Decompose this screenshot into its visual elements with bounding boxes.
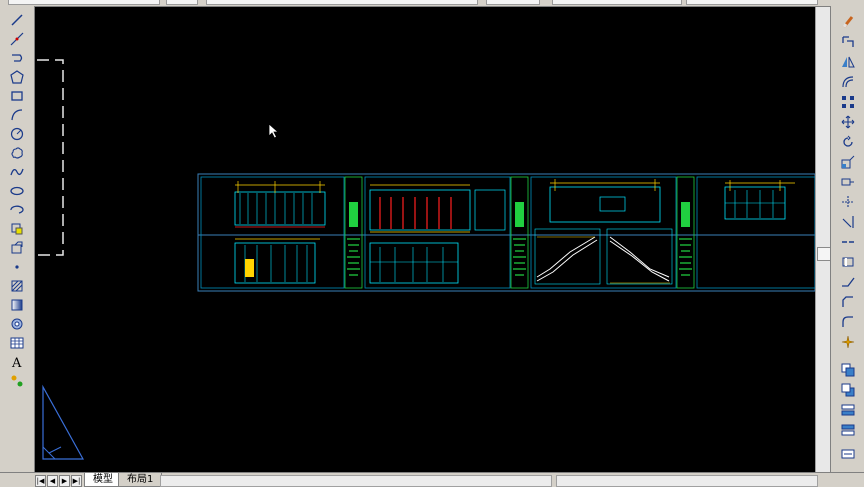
extend-icon[interactable] xyxy=(840,214,856,230)
drawing-sheet-4 xyxy=(696,176,815,289)
revision-cloud-icon[interactable] xyxy=(9,145,25,161)
text-edit-icon[interactable] xyxy=(840,446,856,462)
drawing-sheet-2 xyxy=(364,176,511,289)
title-strip-1 xyxy=(344,176,363,289)
break-at-point-icon[interactable] xyxy=(840,234,856,250)
mirror-icon[interactable] xyxy=(840,54,856,70)
trim-icon[interactable] xyxy=(840,194,856,210)
gradient-icon[interactable] xyxy=(9,297,25,313)
rectangle-icon[interactable] xyxy=(9,88,25,104)
drawing-sheet-1 xyxy=(200,176,345,289)
hatch-icon[interactable] xyxy=(9,278,25,294)
polyline-icon[interactable] xyxy=(9,50,25,66)
line-icon[interactable] xyxy=(9,12,25,28)
ellipse-icon[interactable] xyxy=(9,183,25,199)
tab-model[interactable]: 模型 xyxy=(84,473,122,487)
draworder-above-icon[interactable] xyxy=(840,402,856,418)
point-icon[interactable] xyxy=(9,259,25,275)
draworder-front-icon[interactable] xyxy=(840,362,856,378)
move-icon[interactable] xyxy=(840,114,856,130)
mouse-cursor-icon xyxy=(268,123,280,143)
drawing-svg xyxy=(37,59,815,460)
region-icon[interactable] xyxy=(9,316,25,332)
table-icon[interactable] xyxy=(9,335,25,351)
erase-icon[interactable] xyxy=(840,14,856,30)
toolbar-dropdown[interactable] xyxy=(552,0,682,5)
top-toolbar-strip xyxy=(0,0,864,7)
prev-tab-button[interactable]: ◀ xyxy=(47,475,58,487)
drawing-sheet-3 xyxy=(530,176,677,289)
toolbar-dropdown[interactable] xyxy=(206,0,478,5)
modify-toolbar xyxy=(830,6,864,472)
chamfer-icon[interactable] xyxy=(840,294,856,310)
toolbar-dropdown[interactable] xyxy=(486,0,540,5)
layout-tab-bar: |◀ ◀ ▶ ▶| 模型 布局1 xyxy=(0,472,864,487)
polygon-icon[interactable] xyxy=(9,69,25,85)
tab-layout1[interactable]: 布局1 xyxy=(118,473,163,487)
toolbar-dropdown[interactable] xyxy=(8,0,160,5)
first-tab-button[interactable]: |◀ xyxy=(35,475,46,487)
insert-block-icon[interactable] xyxy=(9,221,25,237)
multiline-text-icon[interactable]: A xyxy=(9,354,25,370)
stretch-icon[interactable] xyxy=(840,174,856,190)
arc-icon[interactable] xyxy=(9,107,25,123)
horizontal-scrollbar[interactable] xyxy=(160,475,552,487)
draworder-back-icon[interactable] xyxy=(840,382,856,398)
svg-text:A: A xyxy=(11,356,22,369)
horizontal-scrollbar-track[interactable] xyxy=(556,475,818,487)
toolbar-dropdown[interactable] xyxy=(686,0,818,5)
model-space-canvas[interactable] xyxy=(35,7,815,472)
scrollbar-thumb[interactable] xyxy=(817,247,831,261)
fillet-icon[interactable] xyxy=(840,314,856,330)
array-icon[interactable] xyxy=(840,94,856,110)
explode-icon[interactable] xyxy=(840,334,856,350)
copy-icon[interactable] xyxy=(840,34,856,50)
last-tab-button[interactable]: ▶| xyxy=(71,475,82,487)
ellipse-arc-icon[interactable] xyxy=(9,202,25,218)
add-selected-icon[interactable] xyxy=(9,373,25,389)
rotate-icon[interactable] xyxy=(840,134,856,150)
circle-icon[interactable] xyxy=(9,126,25,142)
vertical-scrollbar[interactable] xyxy=(815,7,831,472)
next-tab-button[interactable]: ▶ xyxy=(59,475,70,487)
make-block-icon[interactable] xyxy=(9,240,25,256)
toolbar-dropdown[interactable] xyxy=(166,0,198,5)
title-strip-2 xyxy=(510,176,529,289)
ucs-icon xyxy=(42,384,85,460)
title-strip-3 xyxy=(676,176,695,289)
break-icon[interactable] xyxy=(840,254,856,270)
draw-toolbar: A xyxy=(0,6,35,472)
offset-icon[interactable] xyxy=(840,74,856,90)
join-icon[interactable] xyxy=(840,274,856,290)
scale-icon[interactable] xyxy=(840,154,856,170)
draworder-under-icon[interactable] xyxy=(840,422,856,438)
spline-icon[interactable] xyxy=(9,164,25,180)
construction-line-icon[interactable] xyxy=(9,31,25,47)
